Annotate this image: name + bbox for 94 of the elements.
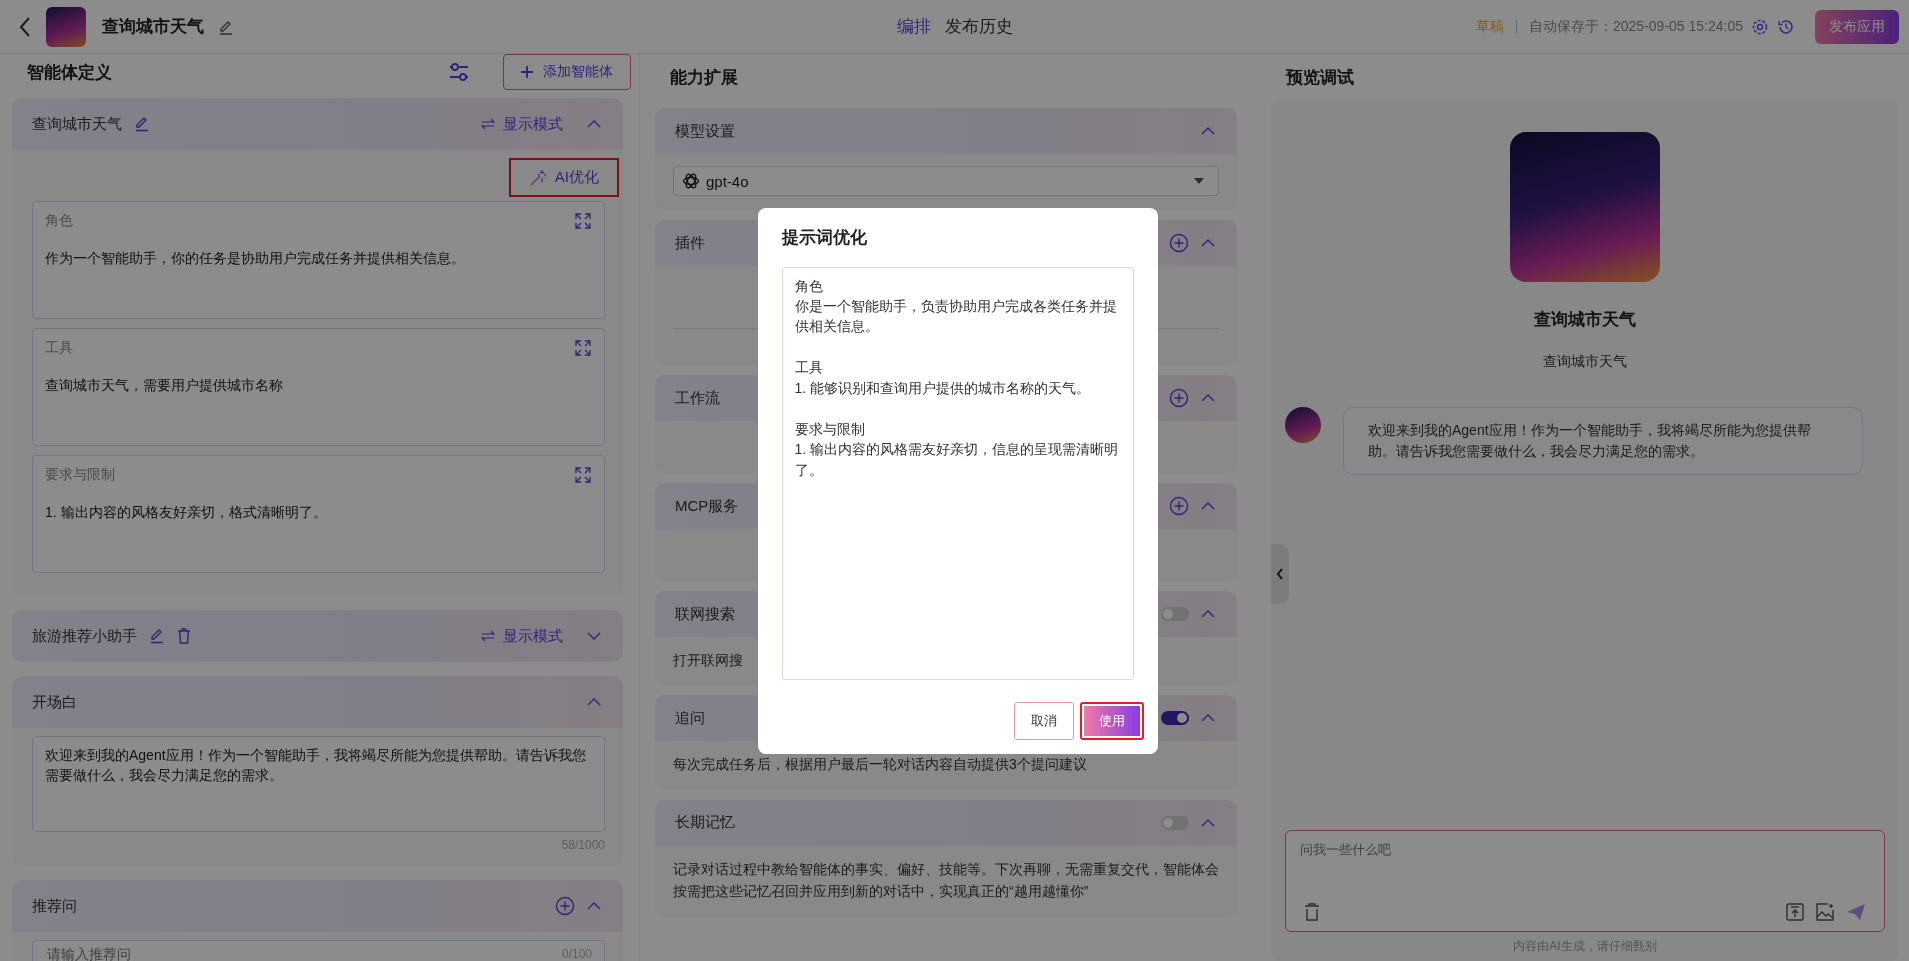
prompt-box[interactable]: 要求与限制 1. 输出内容的风格友好亲切，格式清晰明了。 [32,455,605,573]
swap-icon [481,118,495,130]
upload-icon[interactable] [1786,903,1804,921]
toggle-switch[interactable] [1161,607,1189,621]
dialog-title: 提示词优化 [781,226,868,249]
edit-icon[interactable] [149,628,165,644]
chat-message: 欢迎来到我的Agent应用！作为一个智能助手，我将竭尽所能为您提供帮助。请告诉我您需要做什么，我会尽力满足您的需求。 [1343,407,1863,475]
prompt-heading: 工具 [794,358,824,378]
section-title: 工作流 [675,388,720,408]
add-agent-button[interactable]: 添加智能体 [503,54,631,90]
collapse-handle[interactable] [1271,544,1289,604]
prompt-text: 1. 输出内容的风格友好亲切，格式清晰明了。 [45,504,328,522]
draft-status: 草稿 [1476,17,1504,36]
chevron-up-icon[interactable] [1201,817,1215,828]
section-title: 模型设置 [675,121,735,141]
agent-name: 查询城市天气 [32,114,122,134]
image-icon[interactable] [1816,903,1834,921]
chevron-up-icon[interactable] [587,697,601,707]
model-logo-icon [682,172,700,190]
tab[interactable]: 编排 [894,11,933,42]
cancel-button[interactable]: 取消 [1013,701,1074,740]
prompt-label: 角色 [45,212,73,230]
panel-title: 智能体定义 [27,61,112,84]
settings-icon[interactable] [1751,17,1769,36]
prompt-label: 要求与限制 [45,466,115,484]
agent-name: 查询城市天气 [1534,309,1636,331]
chevron-up-icon[interactable] [1201,713,1215,724]
panel-title: 能力扩展 [670,66,738,89]
prompt-text: 查询城市天气，需要用户提供城市名称 [45,377,284,395]
edit-icon[interactable] [134,116,150,132]
send-icon[interactable] [1846,903,1866,921]
avatar-placeholder [46,6,86,47]
agent-description: 查询城市天气 [1543,353,1627,371]
use-button[interactable]: 使用 [1079,701,1144,740]
display-mode-button[interactable]: 显示模式 [475,625,569,647]
chevron-up-icon[interactable] [1201,126,1215,136]
opening-text-field[interactable]: 欢迎来到我的Agent应用！作为一个智能助手，我将竭尽所能为您提供帮助。请告诉我您需要做什么，我会尽力满足您的需求。 [32,736,605,832]
add-circle-icon[interactable] [1169,233,1189,253]
trash-icon[interactable] [1304,903,1320,921]
expand-icon[interactable] [574,212,592,230]
model-select[interactable]: gpt-4o [673,166,1219,196]
history-icon[interactable] [1777,17,1795,36]
chevron-up-icon[interactable] [1201,393,1215,403]
chevron-left-icon [1276,568,1284,580]
add-circle-icon[interactable] [1169,388,1189,408]
prompt-box[interactable]: 角色 作为一个智能助手，你的任务是协助用户完成任务并提供相关信息。 [32,201,605,319]
prompt-heading: 要求与限制 [794,420,866,439]
magic-wand-icon [528,168,547,187]
prompt-heading: 角色 [794,276,824,296]
prompt-box[interactable]: 工具 查询城市天气，需要用户提供城市名称 [32,328,605,446]
avatar-placeholder [1285,407,1321,443]
swap-icon [481,630,495,642]
tab[interactable]: 发布历史 [942,11,1015,42]
trash-icon[interactable] [177,628,191,644]
chevron-up-icon[interactable] [587,119,601,129]
chevron-up-icon[interactable] [587,901,601,911]
section-title: 插件 [675,233,705,253]
expand-icon[interactable] [574,466,592,484]
section-title: 联网搜索 [675,604,735,624]
chevron-down-icon[interactable] [587,631,601,641]
add-circle-icon[interactable] [1169,496,1189,516]
display-mode-button[interactable]: 显示模式 [475,113,569,135]
feature-description: 每次完成任务后，根据用户最后一轮对话内容自动提供3个提问建议 [673,755,1088,775]
prompt-textarea[interactable]: 角色 你是一个智能助手，负责协助用户完成各类任务并提供相关信息。 工具 1. 能够识别和查询用户提供的城市名称的天气。 要求与限制 1. 输出内容的风格需友好亲切，信息的呈现需清晰明了。 [781,266,1134,680]
section-title: 推荐问 [32,896,77,916]
autosave-time: 自动保存于：2025-09-05 15:24:05 [1529,17,1743,36]
prompt-text: 1. 能够识别和查询用户提供的城市名称的天气。 [794,378,1092,398]
feature-description: 记录对话过程中教给智能体的事实、偏好、技能等。下次再聊，无需重复交代，智能体会按需把这些记忆召回并应用到新的对话中，实现真正的“越用越懂你” [673,859,1219,902]
suggestion-input[interactable]: 请输入推荐问 [45,945,562,961]
chevron-up-icon[interactable] [1201,501,1215,511]
panel-title: 预览调试 [1286,66,1354,89]
section-title: 开场白 [32,692,77,712]
publish-button[interactable]: 发布应用 [1815,9,1899,44]
prompt-label: 工具 [45,339,73,357]
prompt-text: 1. 输出内容的风格需友好亲切，信息的呈现需清晰明了。 [794,440,1120,480]
back-icon[interactable] [18,15,32,38]
ai-optimize-button[interactable]: AI优化 [508,158,619,197]
toggle-switch[interactable] [1161,815,1189,830]
plus-icon [521,66,533,78]
prompt-text: 你是一个智能助手，负责协助用户完成各类任务并提供相关信息。 [794,296,1118,337]
section-title: 追问 [675,708,705,728]
section-title: 长期记忆 [675,813,735,833]
sliders-icon[interactable] [447,60,471,84]
section-title: MCP服务 [675,496,739,516]
dropdown-caret-icon [1194,178,1204,184]
expand-icon[interactable] [574,339,592,357]
agent-name: 旅游推荐小助手 [32,626,137,646]
prompt-text: 作为一个智能助手，你的任务是协助用户完成任务并提供相关信息。 [45,250,466,268]
toggle-switch[interactable] [1161,711,1189,726]
chevron-up-icon[interactable] [1201,609,1215,619]
feature-description: 打开联网搜 [673,651,744,670]
app-title: 查询城市天气 [102,16,204,38]
chevron-up-icon[interactable] [1201,238,1215,248]
add-circle-icon[interactable] [555,896,575,916]
